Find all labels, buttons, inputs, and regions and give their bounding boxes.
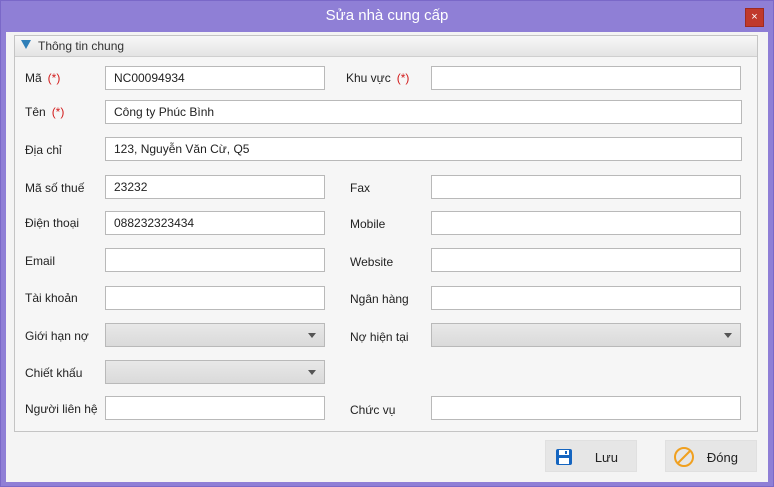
- ten-field[interactable]: Công ty Phúc Bình: [105, 100, 742, 124]
- gioi-han-no-label: Giới hạn nợ: [25, 329, 89, 343]
- chiet-khau-label: Chiết khấu: [25, 366, 83, 380]
- ngan-hang-label: Ngân hàng: [350, 292, 409, 306]
- nguoi-lien-he-field[interactable]: [105, 396, 325, 420]
- email-field[interactable]: [105, 248, 325, 272]
- chiet-khau-dropdown[interactable]: [105, 360, 325, 384]
- ngan-hang-field[interactable]: [431, 286, 741, 310]
- general-info-group: Thông tin chung Mã (*) NC00094934 Khu vực…: [14, 35, 758, 432]
- window-close-button[interactable]: ×: [745, 8, 764, 27]
- dien-thoai-field[interactable]: 088232323434: [105, 211, 325, 235]
- required-marker: (*): [396, 71, 410, 85]
- save-icon: [556, 449, 572, 465]
- group-title: Thông tin chung: [38, 39, 125, 53]
- close-button[interactable]: Đóng: [665, 440, 757, 472]
- tai-khoan-field[interactable]: [105, 286, 325, 310]
- khu-vuc-label: Khu vực (*): [346, 71, 409, 85]
- gioi-han-no-dropdown[interactable]: [105, 323, 325, 347]
- edit-supplier-window: Sửa nhà cung cấp × Thông tin chung Mã (*)…: [0, 0, 774, 487]
- nguoi-lien-he-label: Người liên hệ: [25, 402, 98, 416]
- khu-vuc-label-text: Khu vực: [346, 71, 391, 85]
- required-marker: (*): [51, 105, 65, 119]
- ma-label: Mã (*): [25, 71, 60, 85]
- collapse-triangle-icon[interactable]: [21, 40, 31, 49]
- required-marker: (*): [47, 71, 61, 85]
- no-hien-tai-dropdown[interactable]: [431, 323, 741, 347]
- group-header[interactable]: Thông tin chung: [15, 36, 757, 57]
- ban-icon: [674, 447, 694, 467]
- mobile-label: Mobile: [350, 217, 386, 231]
- title-bar[interactable]: Sửa nhà cung cấp ×: [1, 1, 773, 32]
- dien-thoai-label: Điện thoại: [25, 216, 80, 230]
- website-label: Website: [350, 255, 394, 269]
- chuc-vu-field[interactable]: [431, 396, 741, 420]
- chevron-down-icon: [308, 370, 316, 375]
- ten-label: Tên (*): [25, 105, 64, 119]
- email-label: Email: [25, 254, 56, 268]
- chevron-down-icon: [308, 333, 316, 338]
- mobile-field[interactable]: [431, 211, 741, 235]
- ma-label-text: Mã: [25, 71, 42, 85]
- dialog-body: Thông tin chung Mã (*) NC00094934 Khu vực…: [6, 32, 768, 482]
- tai-khoan-label: Tài khoản: [25, 291, 78, 305]
- website-field[interactable]: [431, 248, 741, 272]
- save-button-label: Lưu: [594, 450, 618, 465]
- dia-chi-label: Địa chỉ: [25, 143, 62, 157]
- window-title: Sửa nhà cung cấp: [325, 7, 449, 24]
- no-hien-tai-label: Nợ hiện tại: [350, 330, 409, 344]
- chevron-down-icon: [724, 333, 732, 338]
- fax-field[interactable]: [431, 175, 741, 199]
- save-button[interactable]: Lưu: [545, 440, 637, 472]
- close-button-label: Đóng: [706, 450, 738, 465]
- dia-chi-field[interactable]: 123, Nguyễn Văn Cừ, Q5: [105, 137, 742, 161]
- ma-so-thue-label: Mã số thuế: [25, 181, 85, 195]
- ma-field[interactable]: NC00094934: [105, 66, 325, 90]
- khu-vuc-field[interactable]: [431, 66, 741, 90]
- chuc-vu-label: Chức vụ: [350, 403, 396, 417]
- ma-so-thue-field[interactable]: 23232: [105, 175, 325, 199]
- ten-label-text: Tên: [25, 105, 46, 119]
- fax-label: Fax: [350, 181, 371, 195]
